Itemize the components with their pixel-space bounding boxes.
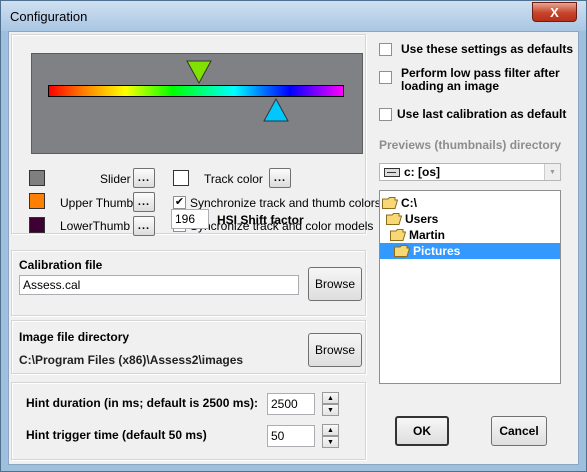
low-pass-label: Perform low pass filter after loading an… bbox=[401, 66, 560, 93]
hint-duration-input[interactable]: 2500 bbox=[267, 393, 315, 415]
ok-button[interactable]: OK bbox=[395, 416, 449, 446]
calibration-file-input[interactable]: Assess.cal bbox=[19, 275, 299, 295]
spin-up-icon[interactable]: ▲ bbox=[322, 392, 339, 404]
chevron-down-icon[interactable]: ▼ bbox=[544, 164, 560, 180]
open-folder-icon bbox=[390, 229, 406, 241]
upper-thumb-color-button[interactable]: ... bbox=[133, 192, 155, 212]
hint-trigger-label: Hint trigger time (default 50 ms) bbox=[26, 428, 207, 442]
track-color-swatch bbox=[173, 170, 189, 186]
image-dir-title: Image file directory bbox=[19, 330, 130, 344]
cancel-button[interactable]: Cancel bbox=[491, 416, 547, 446]
lower-thumb-icon[interactable] bbox=[263, 98, 289, 122]
calibration-group: Calibration file Assess.cal Browse bbox=[11, 250, 366, 316]
track-color-button[interactable]: ... bbox=[269, 168, 291, 188]
use-default-checkbox[interactable] bbox=[379, 43, 392, 56]
hint-trigger-input[interactable]: 50 bbox=[267, 425, 315, 447]
open-folder-icon bbox=[382, 197, 398, 209]
sync-thumb-label: Synchronize track and thumb colors bbox=[190, 196, 381, 210]
spin-down-icon[interactable]: ▼ bbox=[322, 436, 339, 448]
hsi-shift-input[interactable]: 196 bbox=[171, 209, 209, 229]
hint-trigger-spinner[interactable]: ▲ ▼ bbox=[322, 424, 339, 448]
lower-thumb-color-button[interactable]: ... bbox=[133, 216, 155, 236]
color-track[interactable] bbox=[48, 85, 344, 97]
last-calibration-checkbox[interactable] bbox=[379, 108, 392, 121]
lower-thumb-label: LowerThumb bbox=[60, 219, 131, 233]
use-default-label: Use these settings as defaults bbox=[401, 42, 574, 56]
window-title: Configuration bbox=[10, 9, 88, 24]
tree-item-users[interactable]: Users bbox=[386, 211, 438, 227]
slider-color-button[interactable]: ... bbox=[133, 168, 155, 188]
spin-down-icon[interactable]: ▼ bbox=[322, 404, 339, 416]
tree-item-label: Users bbox=[405, 212, 439, 226]
calibration-title: Calibration file bbox=[19, 258, 103, 272]
tree-item-root[interactable]: C:\ bbox=[382, 195, 417, 211]
hint-duration-spinner[interactable]: ▲ ▼ bbox=[322, 392, 339, 416]
client-area: Slider ... Upper Thumb ... LowerThumb ..… bbox=[8, 31, 579, 465]
track-color-label: Track color bbox=[204, 172, 263, 186]
tree-item-label: Pictures bbox=[413, 244, 461, 258]
hsi-shift-label: HSI Shift factor bbox=[217, 213, 304, 227]
hints-group: Hint duration (in ms; default is 2500 ms… bbox=[11, 382, 366, 460]
low-pass-checkbox[interactable] bbox=[379, 71, 392, 84]
slider-settings-group: Slider ... Upper Thumb ... LowerThumb ..… bbox=[11, 34, 381, 236]
image-dir-browse-button[interactable]: Browse bbox=[308, 333, 362, 367]
tree-item-label: Martin bbox=[409, 228, 445, 242]
tree-item-label: C:\ bbox=[401, 196, 417, 210]
calibration-browse-button[interactable]: Browse bbox=[308, 267, 362, 301]
image-dir-group: Image file directory C:\Program Files (x… bbox=[11, 320, 366, 374]
drive-icon bbox=[384, 168, 400, 177]
slider-label: Slider bbox=[100, 172, 131, 186]
open-folder-icon bbox=[386, 213, 402, 225]
drive-select-value: c: [os] bbox=[404, 165, 440, 179]
hint-duration-label: Hint duration (in ms; default is 2500 ms… bbox=[26, 396, 259, 410]
close-button[interactable]: X bbox=[532, 2, 577, 22]
previews-label: Previews (thumbnails) directory bbox=[379, 138, 562, 152]
upper-thumb-color-swatch bbox=[29, 193, 45, 209]
upper-thumb-icon[interactable] bbox=[186, 60, 212, 84]
configuration-window: Configuration X Slider ... Upper Thumb .… bbox=[0, 0, 587, 472]
upper-thumb-label: Upper Thumb bbox=[60, 196, 134, 210]
tree-item-pictures[interactable]: Pictures bbox=[380, 243, 560, 259]
spin-up-icon[interactable]: ▲ bbox=[322, 424, 339, 436]
lower-thumb-color-swatch bbox=[29, 217, 45, 233]
slider-color-swatch bbox=[29, 170, 45, 186]
drive-select[interactable]: c: [os] ▼ bbox=[379, 163, 561, 181]
image-dir-path: C:\Program Files (x86)\Assess2\images bbox=[19, 353, 244, 367]
open-folder-icon bbox=[394, 245, 410, 257]
tree-item-martin[interactable]: Martin bbox=[390, 227, 445, 243]
sync-thumb-checkbox[interactable]: ✔ bbox=[173, 196, 186, 209]
title-bar[interactable]: Configuration X bbox=[1, 1, 586, 31]
last-calibration-label: Use last calibration as default bbox=[397, 107, 567, 121]
directory-tree[interactable]: C:\ Users Martin Pictures bbox=[379, 190, 561, 384]
slider-preview bbox=[31, 53, 363, 154]
